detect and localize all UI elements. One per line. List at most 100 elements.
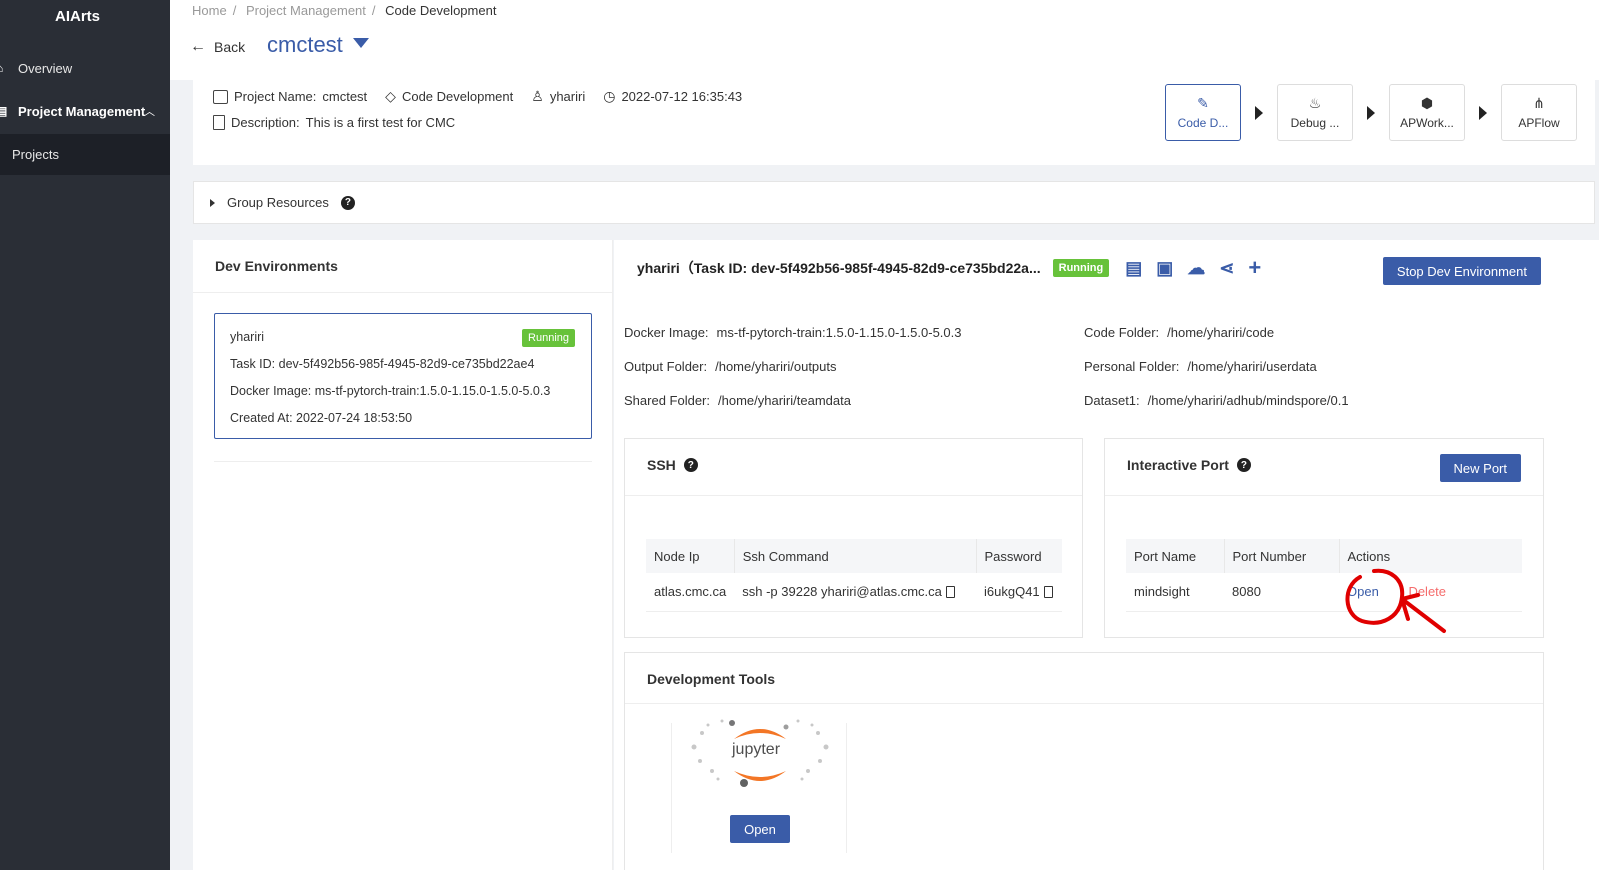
divider [1105,495,1543,496]
project-stage-meta: ◇ Code Development [385,88,513,105]
flame-icon: ♨ [1308,94,1322,111]
column-header: Actions [1339,539,1522,573]
actions-cell: Open Delete [1339,573,1522,612]
app-logo: AIArts [54,8,100,25]
status-badge: Running [522,329,575,347]
cloud-upload-icon[interactable]: ☁ [1187,259,1205,277]
arrow-left-icon: ← [190,38,206,55]
sidebar-item-label: Project Management [18,103,146,119]
port-table: Port Name Port Number Actions mindsight … [1126,539,1522,612]
clock-icon: ◷ [603,88,616,104]
password-cell: i6ukgQ41 [976,573,1062,612]
table-row: mindsight 8080 Open Delete [1126,573,1522,612]
description-value: This is a first test for CMC [305,115,456,130]
step-apflow[interactable]: ⋔ APFlow [1501,84,1577,141]
port-name-cell: mindsight [1126,573,1224,612]
docker-image-field: Docker Image: ms-tf-pytorch-train:1.5.0-1… [624,325,962,340]
sidebar-item-overview[interactable]: ⌂ Overview [0,48,170,88]
group-resources-label: Group Resources [227,195,329,210]
edit-icon: ✎ [1197,94,1209,111]
port-number-cell: 8080 [1224,573,1339,612]
dev-env-detail: yhariri（Task ID: dev-5f492b56-985f-4945-… [614,240,1599,870]
stop-dev-environment-button[interactable]: Stop Dev Environment [1382,257,1541,285]
status-badge: Running [1052,259,1110,277]
copy-icon[interactable] [945,586,955,599]
help-icon[interactable]: ? [340,195,355,210]
project-name-meta: Project Name: cmctest [213,89,367,104]
personal-folder-field: Personal Folder:/home/yhariri/userdata [1084,359,1317,374]
step-debug[interactable]: ♨ Debug ... [1277,84,1353,141]
project-stage-value: Code Development [401,89,514,104]
file-icon[interactable]: ▤ [1125,259,1142,277]
project-description: Description: This is a first test for CM… [213,115,455,130]
project-time-value: 2022-07-12 16:35:43 [621,89,743,104]
breadcrumb-home[interactable]: Home [192,3,227,18]
description-label: Description: [231,115,300,130]
ssh-table: Node Ip Ssh Command Password atlas.cmc.c… [646,539,1062,612]
help-icon[interactable]: ? [1236,458,1251,472]
delete-port-link[interactable]: Delete [1408,584,1446,599]
arrow-right-icon [1255,105,1263,120]
ssh-panel: SSH? Node Ip Ssh Command Password atlas.… [624,438,1083,638]
sidebar-item-label: Overview [18,60,73,76]
flow-icon: ⋔ [1533,94,1545,111]
divider [214,461,592,462]
column-header: Password [976,539,1062,573]
jupyter-logo-text: jupyter [732,741,781,758]
share-icon[interactable]: ⋖ [1219,259,1234,277]
tag-icon: ◇ [385,88,396,104]
env-created-at: Created At: 2022-07-24 18:53:50 [230,411,413,425]
breadcrumb-project-management[interactable]: Project Management [246,3,366,18]
output-folder-field: Output Folder:/home/yhariri/outputs [624,359,837,374]
interactive-port-title: Interactive Port? [1127,457,1251,473]
project-selector[interactable]: cmctest [267,32,369,58]
table-row: atlas.cmc.ca ssh -p 39228 yhariri@atlas.… [646,573,1062,612]
interactive-port-panel: Interactive Port? New Port Port Name Por… [1104,438,1544,638]
dev-env-card[interactable]: yhariri Running Task ID: dev-5f492b56-98… [214,313,592,439]
project-info-card: Project Name: cmctest ◇ Code Development… [193,80,1595,165]
id-card-icon [213,89,228,104]
sidebar-item-projects[interactable]: Projects [0,134,170,175]
open-jupyter-button[interactable]: Open [730,815,790,843]
project-name-label: Project Name: [234,89,317,104]
step-label: APFlow [1518,115,1560,130]
caret-down-icon [352,38,369,48]
project-user-value: yhariri [549,89,586,104]
help-icon[interactable]: ? [683,458,698,472]
divider [625,495,1082,496]
sidebar-item-project-management[interactable]: ▤ Project Management ︿ [0,91,170,131]
plus-icon[interactable]: + [1248,257,1261,279]
step-label: Debug ... [1290,115,1340,130]
breadcrumb: Home / Project Management / Code Developme… [192,3,497,18]
development-tools-title: Development Tools [647,671,776,687]
breadcrumb-current: Code Development [385,3,497,18]
shared-folder-field: Shared Folder:/home/yhariri/teamdata [624,393,851,408]
step-code-development[interactable]: ✎ Code D... [1165,84,1241,141]
divider [625,703,1543,704]
project-time-meta: ◷ 2022-07-12 16:35:43 [603,88,742,105]
development-tools-panel: Development Tools jupyter Open [624,652,1544,870]
env-docker-image: Docker Image: ms-tf-pytorch-train:1.5.0-… [230,384,551,398]
grid-icon: ▤ [0,104,8,118]
back-label: Back [214,39,246,55]
node-ip-cell: atlas.cmc.ca [646,573,735,612]
workflow-steps: ✎ Code D... ♨ Debug ... ⬢ APWork... ⋔ AP… [1165,84,1577,141]
user-icon: ♙ [531,88,544,104]
code-folder-field: Code Folder:/home/yhariri/code [1084,325,1275,340]
dev-environments-title: Dev Environments [215,258,338,274]
document-icon [213,115,225,130]
project-user-meta: ♙ yhariri [531,88,585,105]
divider [193,292,613,293]
group-resources-toggle[interactable]: Group Resources ? [193,181,1595,224]
env-task-id: Task ID: dev-5f492b56-985f-4945-82d9-ce7… [230,357,535,371]
save-icon[interactable]: ▣ [1156,259,1173,277]
caret-right-icon [210,198,215,207]
back-button[interactable]: ← Back [190,38,245,56]
project-title: cmctest [267,32,343,57]
dataset-field: Dataset1:/home/yhariri/adhub/mindspore/0… [1084,393,1349,408]
chevron-up-icon: ︿ [144,106,155,118]
copy-icon[interactable] [1043,586,1053,599]
new-port-button[interactable]: New Port [1439,454,1521,482]
step-apworkshop[interactable]: ⬢ APWork... [1389,84,1465,141]
open-port-link[interactable]: Open [1347,584,1379,599]
